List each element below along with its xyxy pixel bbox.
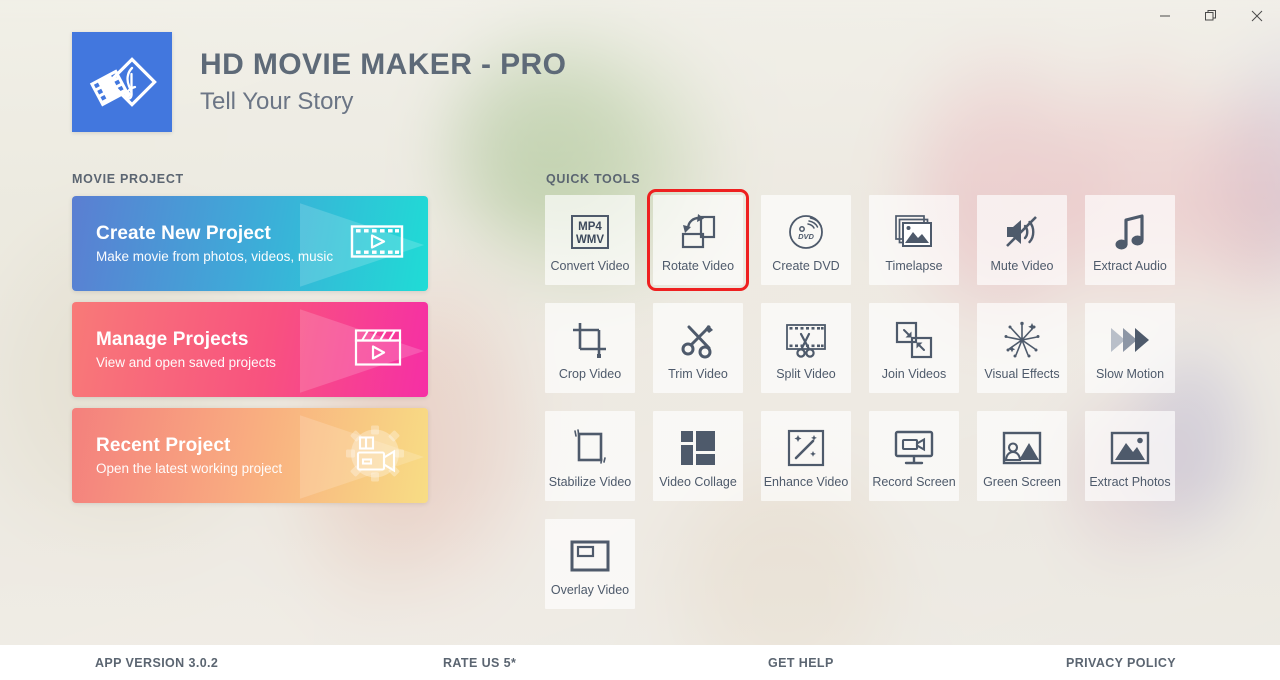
tool-rotate-video[interactable]: Rotate Video [647,189,749,291]
footer-link-app-version[interactable]: APP VERSION 3.0.2 [95,656,218,670]
tool-split-video[interactable]: Split Video [761,303,851,393]
mountain-photo-icon [1110,428,1150,468]
window-controls [1142,0,1280,32]
rotate-icon [679,212,717,252]
page-title: HD MOVIE MAKER - PRO [200,48,567,82]
app-logo [72,32,172,132]
movie-project-cards: Create New Project Make movie from photo… [72,196,428,514]
film-split-icon [785,320,827,360]
minimize-button[interactable] [1142,0,1188,32]
crop-icon [571,320,609,360]
fast-forward-icon [1109,320,1151,360]
svg-text:MP4: MP4 [578,221,602,233]
tool-label: Record Screen [872,475,956,489]
card-subtitle: Open the latest working project [96,461,283,476]
app-title-block: HD MOVIE MAKER - PRO Tell Your Story [200,48,566,115]
tool-label: Convert Video [550,259,630,273]
tool-label: Rotate Video [661,259,735,273]
stabilize-frame-icon [571,428,609,468]
join-frames-icon [895,320,933,360]
dvd-disc-icon: DVD [787,212,825,252]
tool-label: Visual Effects [984,367,1060,381]
tool-label: Create DVD [772,259,840,273]
tool-label: Green Screen [983,475,1061,489]
footer-link-get-help[interactable]: GET HELP [768,656,834,670]
tool-slow-motion[interactable]: Slow Motion [1085,303,1175,393]
tool-label: Enhance Video [763,475,849,489]
app-subtitle: Tell Your Story [200,88,354,116]
tool-create-dvd[interactable]: DVD Create DVD [761,195,851,285]
tool-label: Timelapse [885,259,943,273]
tool-label: Join Videos [881,367,947,381]
tool-record-screen[interactable]: Record Screen [869,411,959,501]
tool-mute-video[interactable]: Mute Video [977,195,1067,285]
film-strip-play-icon [348,215,406,272]
tool-crop-video[interactable]: Crop Video [545,303,635,393]
card-title: Manage Projects [96,329,249,350]
photo-stack-icon [894,212,934,252]
person-photo-icon [1002,428,1042,468]
music-note-icon [1113,212,1147,252]
quick-tools-section-label: QUICK TOOLS [546,172,641,186]
card-title: Create New Project [96,223,271,244]
card-manage-projects[interactable]: Manage Projects View and open saved proj… [72,302,428,397]
tool-label: Video Collage [659,475,737,489]
tool-label: Overlay Video [550,583,630,597]
tool-visual-effects[interactable]: Visual Effects [977,303,1067,393]
collage-grid-icon [680,428,716,468]
tool-video-collage[interactable]: Video Collage [653,411,743,501]
svg-text:WMV: WMV [576,234,604,246]
tool-convert-video[interactable]: MP4 WMV Convert Video [545,195,635,285]
tool-label: Stabilize Video [548,475,632,489]
firework-sparkle-icon [1002,320,1042,360]
tool-label: Extract Audio [1093,259,1167,273]
mp4-wmv-icon: MP4 WMV [570,212,610,252]
quick-tools-grid: MP4 WMV Convert Video Rotate Video DVD C… [545,189,1185,609]
scissors-icon [679,320,717,360]
card-subtitle: View and open saved projects [96,355,276,370]
footer-bar: APP VERSION 3.0.2 RATE US 5* GET HELP PR… [0,645,1280,680]
film-music-logo-icon [86,44,158,121]
tool-join-videos[interactable]: Join Videos [869,303,959,393]
camcorder-gear-icon [344,424,406,487]
monitor-record-icon [894,428,934,468]
tool-label: Split Video [776,367,836,381]
speaker-mute-icon [1003,212,1041,252]
magic-wand-icon [787,428,825,468]
tool-stabilize-video[interactable]: Stabilize Video [545,411,635,501]
card-title: Recent Project [96,435,231,456]
tool-label: Crop Video [558,367,622,381]
tool-extract-audio[interactable]: Extract Audio [1085,195,1175,285]
footer-link-privacy-policy[interactable]: PRIVACY POLICY [1066,656,1176,670]
tool-label: Extract Photos [1089,475,1171,489]
tool-green-screen[interactable]: Green Screen [977,411,1067,501]
app-window: HD MOVIE MAKER - PRO Tell Your Story MOV… [0,0,1280,680]
tool-trim-video[interactable]: Trim Video [653,303,743,393]
close-button[interactable] [1234,0,1280,32]
tool-extract-photos[interactable]: Extract Photos [1085,411,1175,501]
clapperboard-play-icon [350,321,406,378]
card-subtitle: Make movie from photos, videos, music [96,249,334,264]
app-header: HD MOVIE MAKER - PRO Tell Your Story [72,32,566,132]
tool-label: Slow Motion [1095,367,1165,381]
tool-label: Mute Video [990,259,1054,273]
tool-enhance-video[interactable]: Enhance Video [761,411,851,501]
svg-text:DVD: DVD [798,232,814,241]
footer-link-rate-us[interactable]: RATE US 5* [443,656,516,670]
tool-overlay-video[interactable]: Overlay Video [545,519,635,609]
tool-timelapse[interactable]: Timelapse [869,195,959,285]
tool-label: Trim Video [668,367,728,381]
overlay-rect-icon [570,536,610,576]
movie-project-section-label: MOVIE PROJECT [72,172,184,186]
restore-button[interactable] [1188,0,1234,32]
card-recent-project[interactable]: Recent Project Open the latest working p… [72,408,428,503]
card-create-new-project[interactable]: Create New Project Make movie from photo… [72,196,428,291]
